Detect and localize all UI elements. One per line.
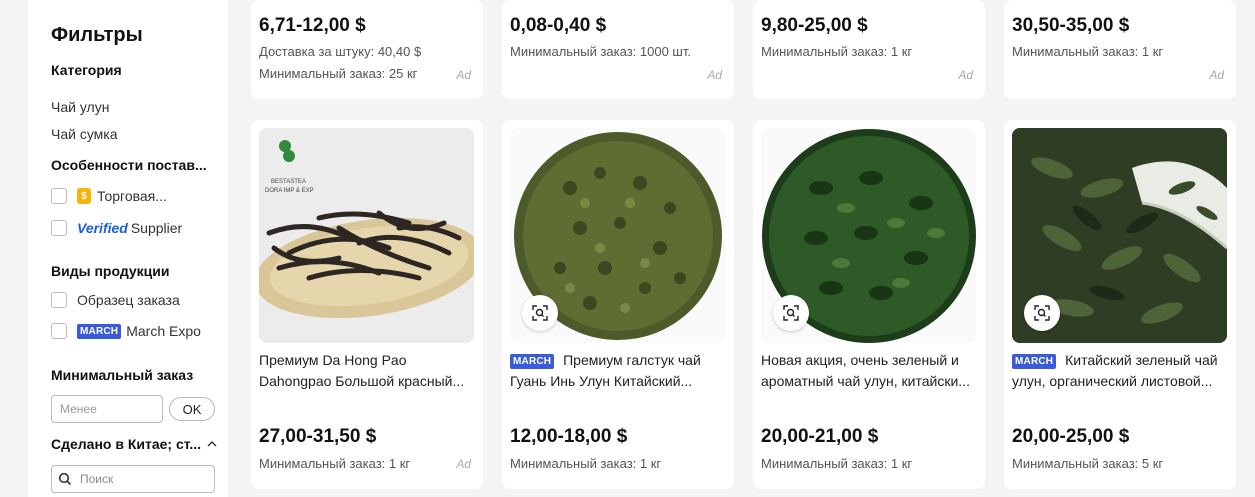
product-card[interactable]: 30,50-35,00 $ Минимальный заказ: 1 кг Ad bbox=[1004, 0, 1236, 99]
ad-label: Ad bbox=[456, 68, 471, 82]
image-search-button[interactable] bbox=[522, 295, 558, 331]
min-order: Минимальный заказ: 5 кг bbox=[1012, 456, 1164, 471]
verified-supplier-label: Supplier bbox=[130, 220, 183, 236]
image-search-icon bbox=[532, 305, 548, 321]
min-order: Минимальный заказ: 1 кг bbox=[761, 456, 913, 471]
trade-assurance-filter[interactable]: $ Торговая... bbox=[51, 188, 167, 204]
product-image[interactable] bbox=[761, 128, 976, 343]
category-heading: Категория bbox=[51, 62, 122, 78]
min-order: Минимальный заказ: 1000 шт. bbox=[510, 44, 691, 59]
min-order: Минимальный заказ: 1 кг bbox=[259, 456, 411, 471]
product-title[interactable]: Премиум Da Hong Pao Dahongpao Большой кр… bbox=[259, 350, 474, 392]
price: 20,00-25,00 $ bbox=[1012, 426, 1130, 447]
product-image[interactable]: BESTASTEA DORA IMP & EXP bbox=[259, 128, 474, 343]
logo-line-2: DORA IMP & EXP bbox=[265, 188, 314, 194]
product-title[interactable]: MARCH Премиум галстук чай Гуань Инь Улун… bbox=[510, 350, 725, 392]
march-expo-badge: MARCH bbox=[77, 323, 122, 339]
chevron-up-icon bbox=[207, 441, 217, 447]
price: 27,00-31,50 $ bbox=[259, 426, 377, 447]
price: 0,08-0,40 $ bbox=[510, 15, 607, 36]
min-order: Минимальный заказ: 25 кг bbox=[259, 66, 418, 81]
min-order-input[interactable]: Менее bbox=[51, 395, 163, 423]
ad-label: Ad bbox=[1209, 68, 1224, 82]
ad-label: Ad bbox=[707, 68, 722, 82]
sample-order-filter[interactable]: Образец заказа bbox=[51, 292, 180, 308]
ad-label: Ad bbox=[958, 68, 973, 82]
made-in-search-input[interactable]: Поиск bbox=[51, 465, 215, 493]
made-in-heading: Сделано в Китае; ст... bbox=[51, 436, 201, 452]
supplier-features-heading: Особенности постав... bbox=[51, 157, 207, 173]
product-image[interactable] bbox=[1012, 128, 1227, 343]
verified-logo: Verified bbox=[77, 220, 128, 236]
filters-sidebar: Фильтры Категория Чай улун Чай сумка Осо… bbox=[28, 0, 228, 497]
price: 9,80-25,00 $ bbox=[761, 15, 868, 36]
march-badge: MARCH bbox=[510, 354, 555, 369]
sample-order-checkbox[interactable] bbox=[51, 292, 67, 308]
price: 20,00-21,00 $ bbox=[761, 426, 879, 447]
trade-assurance-checkbox[interactable] bbox=[51, 188, 67, 204]
logo-line-1: BESTASTEA bbox=[271, 179, 306, 185]
verified-supplier-checkbox[interactable] bbox=[51, 220, 67, 236]
product-title[interactable]: Новая акция, очень зеленый и ароматный ч… bbox=[761, 350, 976, 392]
price: 12,00-18,00 $ bbox=[510, 426, 628, 447]
min-order: Минимальный заказ: 1 кг bbox=[761, 44, 913, 59]
product-types-heading: Виды продукции bbox=[51, 263, 170, 279]
search-placeholder: Поиск bbox=[80, 472, 114, 486]
category-teabag-link[interactable]: Чай сумка bbox=[51, 126, 118, 142]
image-search-button[interactable] bbox=[773, 295, 809, 331]
product-card[interactable]: 9,80-25,00 $ Минимальный заказ: 1 кг Ad bbox=[753, 0, 985, 99]
march-badge: MARCH bbox=[1012, 354, 1057, 369]
ad-label: Ad bbox=[456, 457, 471, 471]
filters-title: Фильтры bbox=[51, 24, 143, 46]
march-expo-label: March Expo bbox=[126, 323, 201, 339]
product-card[interactable]: BESTASTEA DORA IMP & EXP Премиум Da Hong… bbox=[251, 120, 483, 489]
search-icon bbox=[58, 472, 72, 486]
min-order: Минимальный заказ: 1 кг bbox=[1012, 44, 1164, 59]
march-expo-checkbox[interactable] bbox=[51, 323, 67, 339]
product-card[interactable]: 6,71-12,00 $ Доставка за штуку: 40,40 $ … bbox=[251, 0, 483, 99]
product-card[interactable]: Новая акция, очень зеленый и ароматный ч… bbox=[753, 120, 985, 489]
category-oolong-link[interactable]: Чай улун bbox=[51, 99, 109, 115]
product-card[interactable]: 0,08-0,40 $ Минимальный заказ: 1000 шт. … bbox=[502, 0, 734, 99]
min-order-row: Менее OK bbox=[51, 395, 215, 423]
image-search-icon bbox=[783, 305, 799, 321]
product-card[interactable]: MARCH Китайский зеленый чай улун, органи… bbox=[1004, 120, 1236, 489]
product-title[interactable]: MARCH Китайский зеленый чай улун, органи… bbox=[1012, 350, 1227, 392]
min-order: Минимальный заказ: 1 кг bbox=[510, 456, 662, 471]
verified-supplier-filter[interactable]: Verified Supplier bbox=[51, 220, 182, 236]
min-order-heading: Минимальный заказ bbox=[51, 367, 194, 383]
image-search-button[interactable] bbox=[1024, 295, 1060, 331]
product-image[interactable] bbox=[510, 128, 725, 343]
sample-order-label: Образец заказа bbox=[77, 292, 180, 308]
made-in-china-toggle[interactable]: Сделано в Китае; ст... bbox=[51, 436, 221, 452]
product-card[interactable]: MARCH Премиум галстук чай Гуань Инь Улун… bbox=[502, 120, 734, 489]
price: 6,71-12,00 $ bbox=[259, 15, 366, 36]
image-search-icon bbox=[1034, 305, 1050, 321]
shipping-per-unit: Доставка за штуку: 40,40 $ bbox=[259, 44, 422, 59]
trade-assurance-label: Торговая... bbox=[97, 188, 167, 204]
min-order-ok-button[interactable]: OK bbox=[169, 397, 215, 421]
march-expo-filter[interactable]: MARCH March Expo bbox=[51, 323, 201, 339]
trade-assurance-icon: $ bbox=[77, 188, 91, 204]
price: 30,50-35,00 $ bbox=[1012, 15, 1130, 36]
tea-leaves-image: BESTASTEA DORA IMP & EXP bbox=[259, 128, 474, 343]
